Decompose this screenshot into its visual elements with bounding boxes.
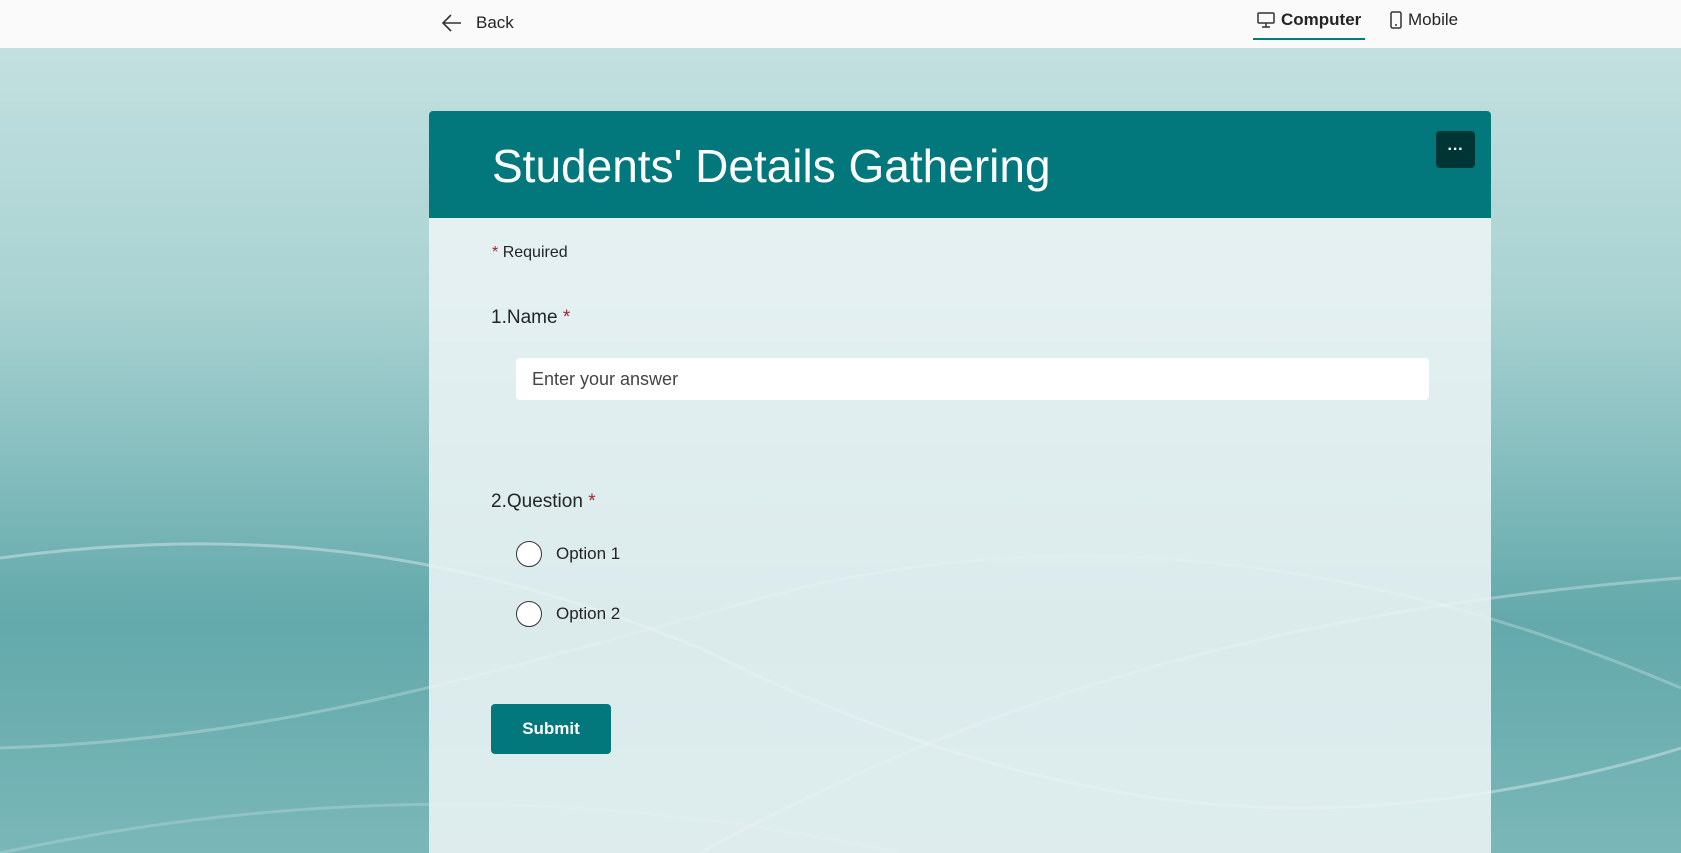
radio-option-1[interactable]: Option 1 (516, 541, 620, 567)
required-note: * Required (492, 244, 568, 262)
option-label: Option 1 (556, 544, 621, 563)
question-label: Name (506, 307, 558, 328)
arrow-left-icon (442, 14, 461, 32)
radio-button[interactable] (516, 601, 542, 627)
question-number: 2. (491, 491, 507, 512)
question-label: Question (506, 491, 583, 512)
submit-button[interactable]: Submit (491, 704, 611, 754)
more-options-button[interactable]: ··· (1436, 131, 1475, 168)
form-card: Students' Details Gathering ··· * Requir… (429, 111, 1491, 853)
form-title: Students' Details Gathering (492, 140, 1051, 192)
question-number: 1. (491, 307, 507, 328)
option-label: Option 2 (556, 604, 621, 623)
radio-option-2[interactable]: Option 2 (516, 601, 620, 627)
question-2-title: 2.Question * (491, 491, 596, 513)
tab-mobile[interactable]: Mobile (1390, 8, 1458, 40)
mobile-icon (1390, 11, 1402, 29)
form-header: Students' Details Gathering ··· (429, 111, 1491, 218)
tab-mobile-label: Mobile (1408, 10, 1459, 29)
name-input[interactable] (516, 358, 1429, 400)
tab-computer-label: Computer (1281, 10, 1362, 29)
computer-icon (1257, 12, 1275, 28)
back-label: Back (476, 13, 514, 32)
required-star: * (562, 307, 571, 328)
top-bar: Back Computer Mobile (0, 0, 1681, 48)
tab-computer[interactable]: Computer (1253, 8, 1366, 40)
question-1-title: 1.Name * (491, 307, 570, 329)
required-star: * (492, 244, 499, 261)
required-label: Required (502, 244, 568, 261)
radio-button[interactable] (516, 541, 542, 567)
required-star: * (588, 491, 596, 512)
back-button[interactable]: Back (442, 8, 514, 38)
